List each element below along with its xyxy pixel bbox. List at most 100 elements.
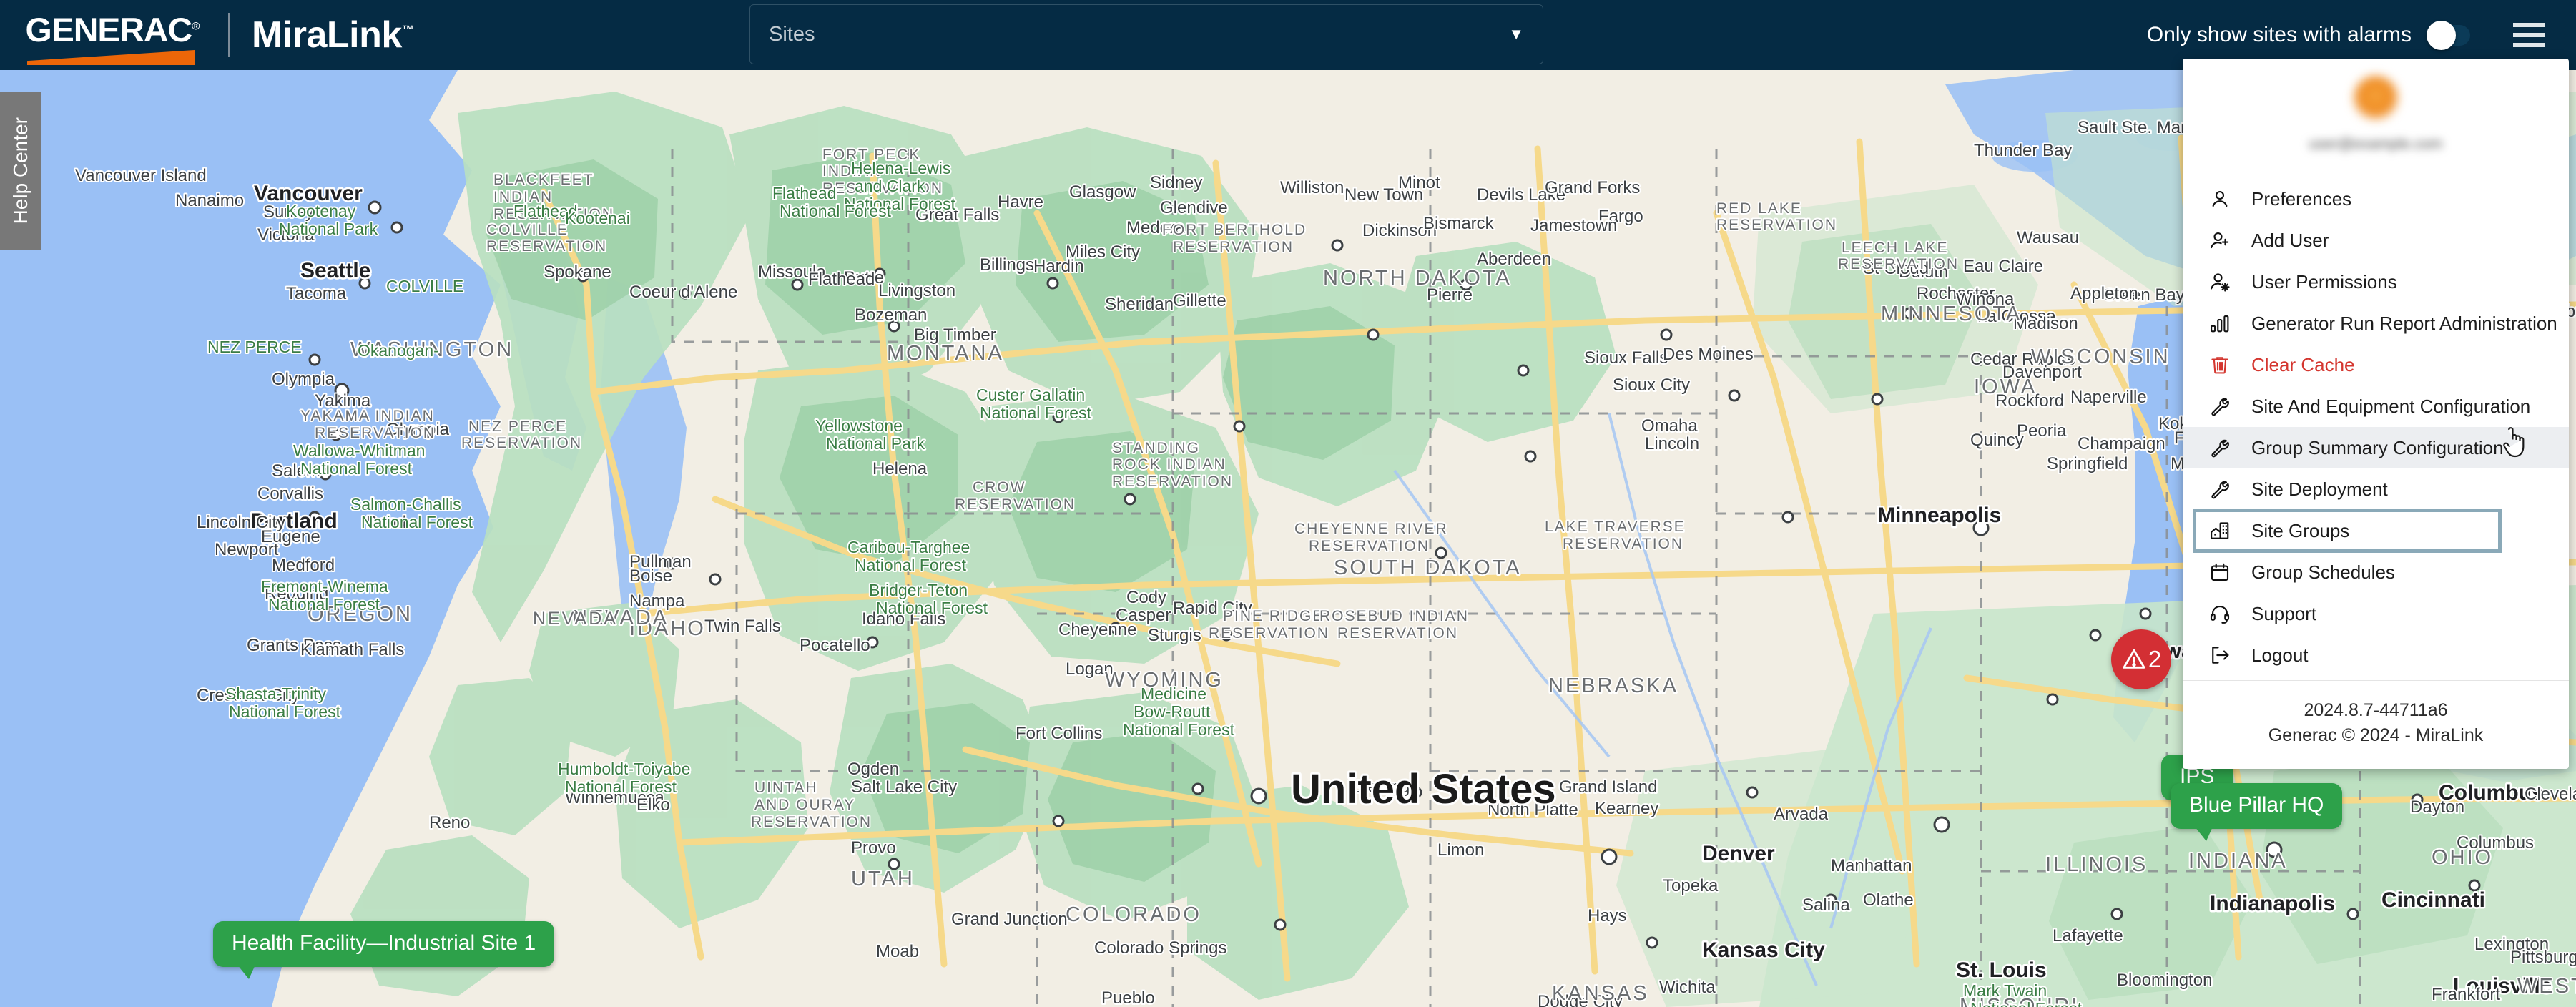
wrench-icon bbox=[2204, 473, 2236, 505]
svg-text:National Forest: National Forest bbox=[1123, 720, 1235, 739]
svg-text:Arvada: Arvada bbox=[1774, 805, 1829, 824]
menu-item-clear-cache[interactable]: Clear Cache bbox=[2183, 344, 2569, 385]
user-menu-list: Preferences Add User User Permissions Ge… bbox=[2183, 172, 2569, 680]
svg-text:Wallowa-Whitman: Wallowa-Whitman bbox=[293, 441, 425, 460]
warning-triangle-icon bbox=[2123, 649, 2145, 669]
svg-text:Coeur d'Alene: Coeur d'Alene bbox=[629, 283, 737, 302]
svg-text:OHIO: OHIO bbox=[2432, 846, 2493, 869]
help-center-label: Help Center bbox=[9, 117, 31, 225]
svg-text:NEVADA: NEVADA bbox=[533, 609, 618, 629]
trash-icon bbox=[2204, 349, 2236, 380]
svg-text:FORT BERTHOLD: FORT BERTHOLD bbox=[1162, 222, 1307, 238]
svg-text:Olathe: Olathe bbox=[1863, 890, 1914, 910]
generac-swoosh-icon bbox=[27, 50, 195, 65]
generac-wordmark: GENERAC® bbox=[25, 11, 200, 49]
svg-text:Sioux Falls: Sioux Falls bbox=[1584, 348, 1668, 368]
menu-item-label: Generator Run Report Administration bbox=[2251, 313, 2557, 334]
svg-text:Cleveland: Cleveland bbox=[2525, 785, 2576, 804]
svg-text:Bozeman: Bozeman bbox=[855, 305, 927, 325]
svg-text:RESERVATION: RESERVATION bbox=[1209, 625, 1329, 642]
generac-logo: GENERAC® bbox=[25, 11, 202, 65]
menu-item-site-groups[interactable]: Site Groups bbox=[2193, 509, 2502, 553]
svg-text:COLVILLE: COLVILLE bbox=[486, 222, 569, 238]
svg-text:National Forest: National Forest bbox=[1970, 999, 2083, 1007]
svg-text:Wausau: Wausau bbox=[2017, 228, 2079, 247]
wrench-icon bbox=[2204, 432, 2236, 463]
svg-text:MONTANA: MONTANA bbox=[887, 342, 1004, 365]
menu-item-group-schedules[interactable]: Group Schedules bbox=[2183, 551, 2569, 593]
svg-text:RESERVATION: RESERVATION bbox=[1309, 538, 1430, 554]
menu-item-preferences[interactable]: Preferences bbox=[2183, 178, 2569, 220]
svg-text:KANSAS: KANSAS bbox=[1552, 982, 1649, 1005]
brand-divider bbox=[228, 13, 230, 57]
svg-text:NEZ PERCE: NEZ PERCE bbox=[468, 418, 567, 435]
svg-text:Bridger-Teton: Bridger-Teton bbox=[869, 581, 968, 599]
svg-text:Tacoma: Tacoma bbox=[286, 284, 347, 303]
svg-text:Hays: Hays bbox=[1588, 906, 1627, 925]
svg-text:NORTH DAKOTA: NORTH DAKOTA bbox=[1323, 267, 1512, 290]
svg-text:and Clark: and Clark bbox=[855, 177, 925, 195]
alarm-cluster-badge[interactable]: 2 bbox=[2111, 629, 2171, 689]
menu-item-site-and-equipment-configuration[interactable]: Site And Equipment Configuration bbox=[2183, 385, 2569, 427]
svg-text:National Forest: National Forest bbox=[268, 595, 380, 614]
chevron-down-icon: ▼ bbox=[1508, 25, 1524, 43]
svg-text:Ogden: Ogden bbox=[847, 760, 899, 779]
menu-item-label: User Permissions bbox=[2251, 271, 2397, 293]
svg-text:Salina: Salina bbox=[1802, 895, 1850, 915]
menu-item-label: Add User bbox=[2251, 230, 2329, 251]
sites-dropdown[interactable]: Sites ▼ bbox=[749, 4, 1543, 64]
svg-text:Quincy: Quincy bbox=[1970, 431, 2024, 450]
alarm-filter-toggle[interactable] bbox=[2427, 20, 2470, 50]
svg-text:Newport: Newport bbox=[215, 540, 279, 559]
svg-text:Thunder Bay: Thunder Bay bbox=[1974, 141, 2072, 160]
svg-text:ILLINOIS: ILLINOIS bbox=[2045, 853, 2148, 876]
svg-text:RESERVATION: RESERVATION bbox=[1112, 473, 1233, 490]
svg-text:IOWA: IOWA bbox=[1974, 375, 2037, 398]
hamburger-bar bbox=[2513, 33, 2545, 37]
menu-item-logout[interactable]: Logout bbox=[2183, 634, 2569, 676]
svg-text:Des Moines: Des Moines bbox=[1663, 345, 1754, 364]
app-version: 2024.8.7-44711a6 bbox=[2304, 700, 2448, 720]
menu-item-site-deployment[interactable]: Site Deployment bbox=[2183, 468, 2569, 510]
svg-text:RESERVATION: RESERVATION bbox=[1563, 536, 1683, 552]
user-menu-header: user@example.com bbox=[2183, 59, 2569, 172]
svg-text:WEST VIRGINIA: WEST VIRGINIA bbox=[2517, 975, 2576, 998]
svg-text:Casper: Casper bbox=[1116, 606, 1171, 625]
svg-text:Dayton: Dayton bbox=[2410, 797, 2464, 817]
svg-text:Elko: Elko bbox=[636, 795, 670, 815]
svg-text:RESERVATION: RESERVATION bbox=[461, 435, 582, 451]
sites-dropdown-value: Sites bbox=[769, 22, 815, 46]
svg-text:National Forest: National Forest bbox=[855, 556, 967, 574]
menu-item-group-summary-configuration[interactable]: Group Summary Configuration bbox=[2183, 427, 2569, 468]
site-marker-health-facility[interactable]: Health Facility—Industrial Site 1 bbox=[213, 921, 555, 979]
svg-text:RESERVATION: RESERVATION bbox=[315, 425, 436, 441]
svg-text:National Forest: National Forest bbox=[300, 459, 413, 478]
svg-text:St. Louis: St. Louis bbox=[1956, 958, 2047, 982]
menu-item-add-user[interactable]: Add User bbox=[2183, 220, 2569, 261]
menu-item-user-permissions[interactable]: User Permissions bbox=[2183, 261, 2569, 303]
menu-item-generator-run-report-administration[interactable]: Generator Run Report Administration bbox=[2183, 303, 2569, 344]
user-menu-dropdown: user@example.com Preferences Add User Us… bbox=[2183, 59, 2569, 769]
svg-text:Lincoln: Lincoln bbox=[1645, 434, 1699, 453]
svg-text:CROW: CROW bbox=[973, 479, 1026, 496]
svg-text:Springfield: Springfield bbox=[2047, 454, 2128, 473]
svg-text:Grand Junction: Grand Junction bbox=[951, 910, 1068, 929]
menu-item-label: Site Groups bbox=[2251, 520, 2350, 541]
svg-text:Caribou-Targhee: Caribou-Targhee bbox=[847, 538, 970, 556]
svg-text:Salmon-Challis: Salmon-Challis bbox=[350, 495, 461, 514]
svg-text:Billings: Billings bbox=[980, 255, 1034, 275]
menu-item-support[interactable]: Support bbox=[2183, 593, 2569, 634]
svg-text:Limon: Limon bbox=[1437, 840, 1484, 860]
svg-text:Colorado Springs: Colorado Springs bbox=[1094, 938, 1226, 958]
svg-text:Provo: Provo bbox=[851, 838, 896, 858]
miralink-wordmark: MiraLink™ bbox=[252, 14, 414, 56]
svg-text:Pittsburgh: Pittsburgh bbox=[2510, 948, 2576, 967]
svg-text:Reno: Reno bbox=[429, 813, 470, 832]
site-marker-blue-pillar-hq[interactable]: Blue Pillar HQ bbox=[2171, 783, 2343, 841]
menu-item-label: Clear Cache bbox=[2251, 354, 2355, 375]
svg-text:Corvallis: Corvallis bbox=[257, 484, 323, 504]
trademark-mark: ™ bbox=[401, 23, 414, 37]
svg-text:Sioux City: Sioux City bbox=[1613, 375, 1690, 395]
user-add-icon bbox=[2204, 225, 2236, 256]
help-center-tab[interactable]: Help Center bbox=[0, 92, 41, 250]
